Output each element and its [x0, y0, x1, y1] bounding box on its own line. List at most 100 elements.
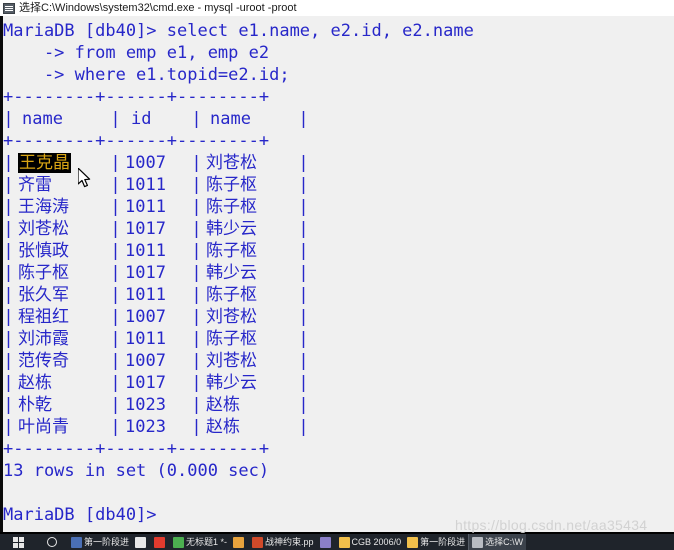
pdf-icon — [154, 536, 166, 548]
cell-manager-id: 1007 — [125, 153, 166, 173]
table-row: | 陈子枢 | 1017 | 韩少云 | — [3, 262, 671, 284]
table-border: | — [3, 263, 14, 283]
table-border: | — [298, 417, 309, 437]
cell-employee-name: 王克晶 — [14, 152, 110, 174]
table-row: | 程祖红 | 1007 | 刘苍松 | — [3, 306, 671, 328]
table-border: | — [191, 307, 202, 327]
cell-employee-name: 齐雷 — [18, 175, 52, 195]
taskbar-item[interactable] — [317, 534, 336, 550]
window-title: 选择C:\Windows\system32\cmd.exe - mysql -u… — [19, 2, 297, 14]
window-titlebar[interactable]: 选择C:\Windows\system32\cmd.exe - mysql -u… — [0, 0, 674, 16]
table-border: | — [3, 417, 14, 437]
powerpoint-icon — [252, 536, 264, 548]
table-border: | — [3, 241, 14, 261]
table-border: | — [110, 263, 121, 283]
command-prompt-line: MariaDB [db40]> select e1.name, e2.id, e… — [3, 21, 474, 41]
table-separator-top: +--------+------+--------+ — [3, 87, 270, 107]
windows-taskbar[interactable]: 第一阶段进 无标题1 *- 战神约束.pp CGB 2006/0 第一阶段进 选择C:\W — [0, 534, 674, 550]
table-row: | 叶尚青 | 1023 | 赵栋 | — [3, 416, 671, 438]
table-body: | 王克晶 | 1007 | 刘苍松 | | 齐雷 | 1011 | 陈子枢 | | 王海涛 | 1011 | 陈子枢… — [3, 152, 671, 438]
cell-manager-id: 1011 — [125, 197, 166, 217]
taskbar-item[interactable]: 第一阶段进 — [68, 534, 132, 550]
cmd-icon — [472, 536, 484, 548]
cell-manager-name: 赵栋 — [206, 395, 240, 415]
cell-manager-id: 1017 — [125, 373, 166, 393]
screen-root: 选择C:\Windows\system32\cmd.exe - mysql -u… — [0, 0, 674, 550]
cell-employee-name: 陈子枢 — [18, 263, 69, 283]
table-row: | 张慎政 | 1011 | 陈子枢 | — [3, 240, 671, 262]
cell-manager-name: 赵栋 — [206, 417, 240, 437]
table-border: | — [110, 373, 121, 393]
table-border: | — [3, 395, 14, 415]
taskbar-item[interactable]: CGB 2006/0 — [336, 534, 405, 550]
table-border: | — [191, 351, 202, 371]
taskbar-item[interactable]: 无标题1 *- — [170, 534, 230, 550]
table-border: | — [110, 153, 121, 173]
table-border: | — [191, 153, 202, 173]
cell-manager-name: 陈子枢 — [206, 285, 257, 305]
taskbar-item[interactable] — [132, 534, 151, 550]
column-header-id: id — [131, 109, 152, 129]
search-button[interactable] — [36, 534, 68, 550]
command-continuation-line-1: -> from emp e1, emp e2 — [3, 43, 270, 63]
cell-employee-name: 张久军 — [18, 285, 69, 305]
column-header-name-2: name — [210, 109, 251, 129]
table-border: | — [298, 219, 309, 239]
selected-text: 王克晶 — [18, 153, 71, 173]
table-header-row: | name | id | name | — [3, 108, 671, 130]
table-border: | — [298, 307, 309, 327]
table-border: | — [191, 395, 202, 415]
table-border: | — [191, 285, 202, 305]
editor-icon — [173, 536, 185, 548]
taskbar-item-label: 无标题1 *- — [186, 537, 228, 547]
table-row: | 刘沛霞 | 1011 | 陈子枢 | — [3, 328, 671, 350]
table-border: | — [191, 329, 202, 349]
table-row: | 范传奇 | 1007 | 刘苍松 | — [3, 350, 671, 372]
table-border: | — [191, 263, 202, 283]
table-border: | — [110, 285, 121, 305]
cell-manager-name: 陈子枢 — [206, 329, 257, 349]
cell-employee-name: 刘沛霞 — [18, 329, 69, 349]
cell-employee-name: 刘苍松 — [18, 219, 69, 239]
taskbar-item[interactable]: 战神约束.pp — [249, 534, 317, 550]
cell-manager-name: 刘苍松 — [206, 307, 257, 327]
cell-manager-name: 韩少云 — [206, 219, 257, 239]
table-border: | — [191, 373, 202, 393]
folder-icon — [407, 536, 419, 548]
cell-manager-id: 1017 — [125, 263, 166, 283]
taskbar-item-label: 战神约束.pp — [265, 537, 314, 547]
taskbar-item-label: 选择C:\W — [485, 537, 524, 547]
table-row: | 赵栋 | 1017 | 韩少云 | — [3, 372, 671, 394]
table-border: | — [298, 175, 309, 195]
search-icon — [47, 537, 57, 547]
cell-manager-name: 陈子枢 — [206, 197, 257, 217]
table-border: | — [3, 219, 14, 239]
cell-employee-name: 赵栋 — [18, 373, 52, 393]
taskbar-item[interactable] — [230, 534, 249, 550]
taskbar-item[interactable] — [151, 534, 170, 550]
table-border: | — [110, 307, 121, 327]
cell-manager-id: 1023 — [125, 395, 166, 415]
cell-manager-name: 陈子枢 — [206, 175, 257, 195]
start-button[interactable] — [0, 534, 36, 550]
table-border: | — [298, 241, 309, 261]
table-border: | — [3, 285, 14, 305]
cell-manager-id: 1011 — [125, 175, 166, 195]
cell-manager-id: 1007 — [125, 307, 166, 327]
table-row: | 王海涛 | 1011 | 陈子枢 | — [3, 196, 671, 218]
cell-manager-id: 1017 — [125, 219, 166, 239]
taskbar-item-label: 第一阶段进 — [420, 537, 466, 547]
taskbar-item[interactable]: 第一阶段进 — [404, 534, 468, 550]
taskbar-item[interactable]: 选择C:\W — [468, 534, 527, 550]
cell-employee-name: 张慎政 — [18, 241, 69, 261]
table-separator-bottom: +--------+------+--------+ — [3, 439, 270, 459]
table-border: | — [110, 175, 121, 195]
table-border: | — [110, 219, 121, 239]
table-border: | — [3, 109, 14, 129]
console-output-area[interactable]: MariaDB [db40]> select e1.name, e2.id, e… — [0, 16, 674, 532]
console-lines: MariaDB [db40]> select e1.name, e2.id, e… — [3, 20, 671, 526]
table-border: | — [110, 109, 121, 129]
folder-icon — [338, 536, 350, 548]
document-icon — [71, 536, 82, 548]
